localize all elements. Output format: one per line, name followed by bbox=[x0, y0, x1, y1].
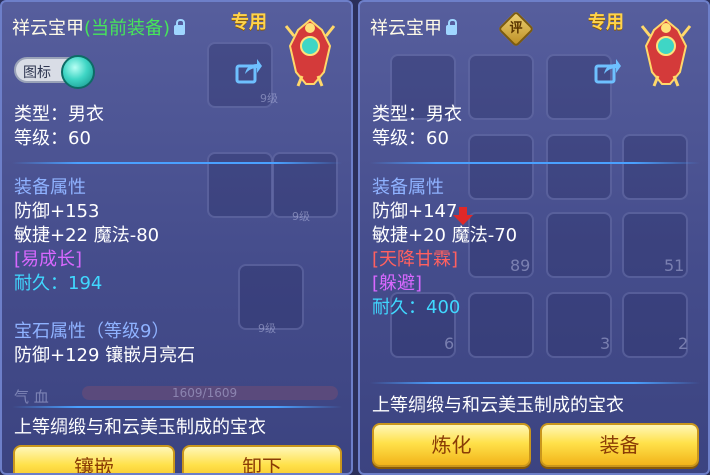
background-slot-count: 89 bbox=[510, 256, 531, 275]
durability-label: 耐久： bbox=[14, 273, 68, 294]
background-slot bbox=[468, 292, 534, 358]
background-slot bbox=[546, 134, 612, 200]
toggle-knob[interactable] bbox=[61, 55, 95, 89]
background-slot-count: 51 bbox=[664, 256, 685, 275]
icon-toggle-label: 图标 bbox=[23, 65, 51, 81]
divider bbox=[12, 406, 342, 408]
special-label: 专用 bbox=[231, 12, 267, 33]
divider bbox=[370, 162, 700, 164]
unequip-button[interactable]: 卸下 bbox=[182, 445, 342, 473]
background-slot-count: 2 bbox=[678, 334, 689, 353]
item-level: 等级：60 bbox=[14, 128, 91, 149]
background-slot-level: 9级 bbox=[292, 210, 310, 223]
compare-item-panel: 89 51 6 3 2 祥云宝甲 评 专用 类型：男衣 等级：60 装备属性 防… bbox=[358, 0, 710, 475]
item-type: 类型：男衣 bbox=[14, 104, 104, 125]
share-icon[interactable] bbox=[235, 56, 263, 84]
special-effect: [躲避] bbox=[372, 273, 423, 294]
background-slot-count: 3 bbox=[600, 334, 611, 353]
share-icon[interactable] bbox=[594, 56, 622, 84]
attribute-agility-magic: 敏捷+22 魔法-80 bbox=[14, 225, 160, 246]
divider bbox=[370, 382, 700, 384]
item-description: 上等绸缎与和云美玉制成的宝衣 bbox=[14, 417, 266, 438]
lock-icon bbox=[446, 19, 457, 35]
background-slot bbox=[622, 134, 688, 200]
attribute-defense: 防御+147 bbox=[372, 200, 474, 225]
background-slot bbox=[468, 134, 534, 200]
attributes-header: 装备属性 bbox=[372, 177, 444, 198]
background-hp-label: 气 血 bbox=[14, 388, 49, 406]
equipped-item-panel: 9级 9级 9级 气 血 1609/1609 祥云宝甲(当前装备) 专用 图标 … bbox=[0, 0, 353, 475]
icon-toggle[interactable]: 图标 bbox=[14, 55, 95, 89]
item-name: 祥云宝甲 bbox=[12, 18, 84, 39]
armor-avatar-icon bbox=[640, 18, 692, 87]
background-slot-level: 9级 bbox=[260, 92, 278, 105]
attribute-defense-text: 防御+147 bbox=[372, 201, 458, 222]
special-effect: [易成长] bbox=[14, 249, 83, 270]
item-level: 等级：60 bbox=[372, 128, 449, 149]
background-slot bbox=[546, 212, 612, 278]
attribute-agility-magic: 敏捷+20 魔法-70 bbox=[372, 225, 518, 246]
equip-button[interactable]: 装备 bbox=[540, 423, 699, 467]
decrease-arrow-icon bbox=[453, 207, 474, 225]
item-title: 祥云宝甲 bbox=[370, 14, 457, 40]
special-label: 专用 bbox=[588, 12, 624, 33]
background-hp-value: 1609/1609 bbox=[172, 386, 238, 400]
gem-header: 宝石属性（等级9） bbox=[14, 321, 170, 342]
item-type: 类型：男衣 bbox=[372, 104, 462, 125]
rating-badge[interactable]: 评 bbox=[497, 10, 535, 48]
gem-attribute: 防御+129 镶嵌月亮石 bbox=[14, 345, 196, 366]
item-title: 祥云宝甲(当前装备) bbox=[12, 14, 186, 40]
durability-value: 400 bbox=[426, 297, 461, 318]
attribute-defense: 防御+153 bbox=[14, 201, 100, 222]
durability: 耐久：194 bbox=[14, 272, 102, 296]
background-slot-level: 9级 bbox=[258, 322, 276, 335]
lock-icon bbox=[174, 19, 186, 35]
inlay-button[interactable]: 镶嵌 bbox=[13, 445, 175, 473]
item-name: 祥云宝甲 bbox=[370, 18, 442, 39]
background-slot bbox=[468, 54, 534, 120]
durability-value: 194 bbox=[68, 273, 103, 294]
item-description: 上等绸缎与和云美玉制成的宝衣 bbox=[372, 395, 624, 416]
attributes-header: 装备属性 bbox=[14, 177, 86, 198]
refine-button[interactable]: 炼化 bbox=[372, 423, 531, 467]
divider bbox=[12, 162, 342, 164]
armor-avatar-icon bbox=[284, 18, 336, 87]
durability-label: 耐久： bbox=[372, 297, 426, 318]
equipped-tag: (当前装备) bbox=[84, 18, 171, 39]
rating-label: 评 bbox=[509, 21, 523, 36]
special-skill: [天降甘霖] bbox=[372, 249, 459, 270]
durability: 耐久：400 bbox=[372, 296, 460, 320]
background-slot-count: 6 bbox=[444, 334, 455, 353]
